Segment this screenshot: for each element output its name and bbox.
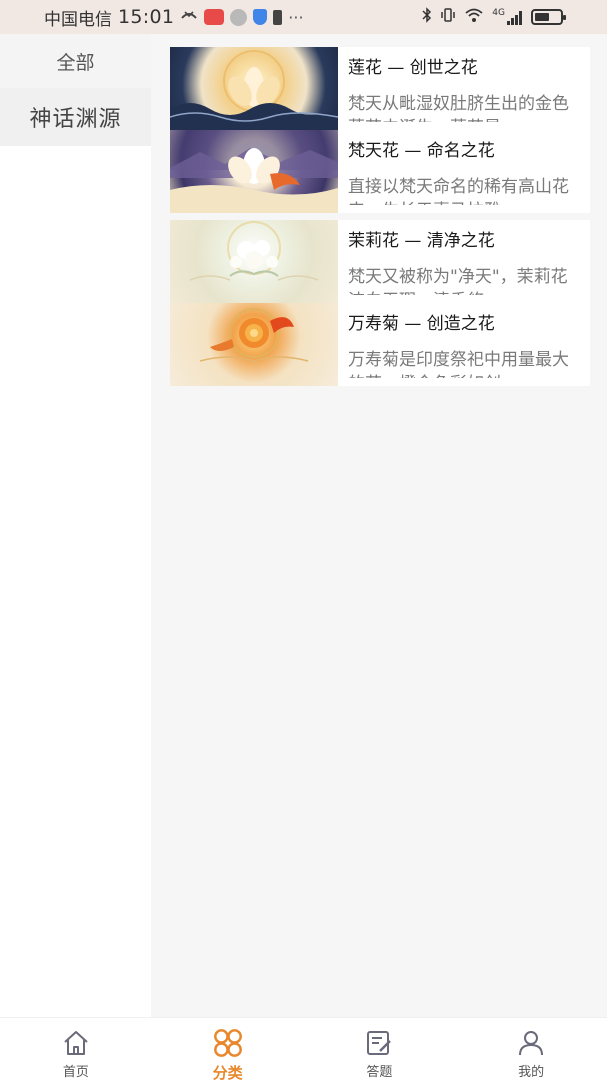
carrier-label: 中国电信 bbox=[44, 9, 112, 30]
app-notification-icon bbox=[230, 8, 248, 26]
list-item-desc: 梵天从毗湿奴肚脐生出的金色莲花中诞生，莲花是 bbox=[348, 94, 569, 122]
list-item-body: 莲花 — 创世之花 梵天从毗湿奴肚脐生出的金色莲花中诞生，莲花是 bbox=[338, 47, 590, 130]
user-icon bbox=[515, 1028, 547, 1057]
nav-quiz[interactable]: 答题 bbox=[304, 1018, 456, 1080]
battery-level bbox=[535, 13, 549, 21]
list-item-title: 莲花 — 创世之花 bbox=[348, 58, 478, 78]
home-icon bbox=[60, 1028, 92, 1057]
nav-home-label: 首页 bbox=[62, 1065, 89, 1080]
list-item-body: 梵天花 — 命名之花 直接以梵天命名的稀有高山花卉，生长于喜马拉雅 bbox=[338, 130, 590, 213]
nav-category[interactable]: 分类 bbox=[152, 1018, 304, 1080]
status-bar-right: 4G bbox=[422, 0, 566, 34]
clock: 15:01 bbox=[118, 6, 175, 28]
list-item-desc: 梵天又被称为"净天"，茉莉花洁白无瑕，清香悠 bbox=[348, 267, 568, 295]
bluetooth-icon bbox=[422, 7, 432, 27]
list-item-title: 茉莉花 — 清净之花 bbox=[348, 231, 495, 251]
category-sidebar: 全部 神话渊源 bbox=[0, 34, 151, 1017]
bottom-nav: 首页 分类 答题 我的 bbox=[0, 1017, 607, 1080]
flower-list: 莲花 — 创世之花 梵天从毗湿奴肚脐生出的金色莲花中诞生，莲花是 梵天花 — 命… bbox=[151, 34, 607, 1017]
lotus-thumbnail bbox=[170, 47, 338, 130]
list-item-title: 万寿菊 — 创造之花 bbox=[348, 314, 495, 334]
battery-icon bbox=[531, 9, 566, 25]
list-item[interactable]: 万寿菊 — 创造之花 万寿菊是印度祭祀中用量最大的花，橙金色彩如创 bbox=[170, 303, 590, 386]
nav-category-label: 分类 bbox=[212, 1064, 243, 1080]
quiz-icon bbox=[363, 1028, 395, 1057]
more-notifications-icon: ··· bbox=[288, 7, 304, 27]
list-item-title: 梵天花 — 命名之花 bbox=[348, 141, 495, 161]
category-myth-origin[interactable]: 神话渊源 bbox=[0, 88, 151, 146]
nav-home[interactable]: 首页 bbox=[0, 1018, 152, 1080]
nav-profile[interactable]: 我的 bbox=[455, 1018, 607, 1080]
status-bar: 中国电信 15:01 ··· 4G bbox=[0, 0, 607, 34]
list-item-desc: 直接以梵天命名的稀有高山花卉，生长于喜马拉雅 bbox=[348, 177, 569, 205]
network-type-label: 4G bbox=[492, 8, 505, 18]
vibrate-icon bbox=[440, 7, 456, 27]
list-item[interactable]: 莲花 — 创世之花 梵天从毗湿奴肚脐生出的金色莲花中诞生，莲花是 bbox=[170, 47, 590, 130]
list-item[interactable]: 茉莉花 — 清净之花 梵天又被称为"净天"，茉莉花洁白无瑕，清香悠 bbox=[170, 220, 590, 303]
marigold-thumbnail bbox=[170, 303, 338, 386]
wifi-icon bbox=[464, 7, 484, 27]
missed-call-icon bbox=[180, 7, 198, 27]
category-all[interactable]: 全部 bbox=[0, 34, 151, 88]
status-bar-left: 中国电信 15:01 ··· bbox=[44, 5, 304, 30]
nav-quiz-label: 答题 bbox=[366, 1065, 393, 1080]
app-notification-icon bbox=[204, 9, 225, 25]
cellular-signal-icon: 4G bbox=[492, 9, 523, 25]
list-item-body: 茉莉花 — 清净之花 梵天又被称为"净天"，茉莉花洁白无瑕，清香悠 bbox=[338, 220, 590, 303]
jasmine-thumbnail bbox=[170, 220, 338, 303]
battery-saver-icon bbox=[273, 9, 283, 25]
brahma-flower-thumbnail bbox=[170, 130, 338, 213]
security-shield-icon bbox=[253, 9, 268, 25]
category-icon bbox=[212, 1028, 244, 1058]
list-item[interactable]: 梵天花 — 命名之花 直接以梵天命名的稀有高山花卉，生长于喜马拉雅 bbox=[170, 130, 590, 213]
list-item-desc: 万寿菊是印度祭祀中用量最大的花，橙金色彩如创 bbox=[348, 350, 569, 378]
list-item-body: 万寿菊 — 创造之花 万寿菊是印度祭祀中用量最大的花，橙金色彩如创 bbox=[338, 303, 590, 386]
nav-profile-label: 我的 bbox=[518, 1065, 545, 1080]
